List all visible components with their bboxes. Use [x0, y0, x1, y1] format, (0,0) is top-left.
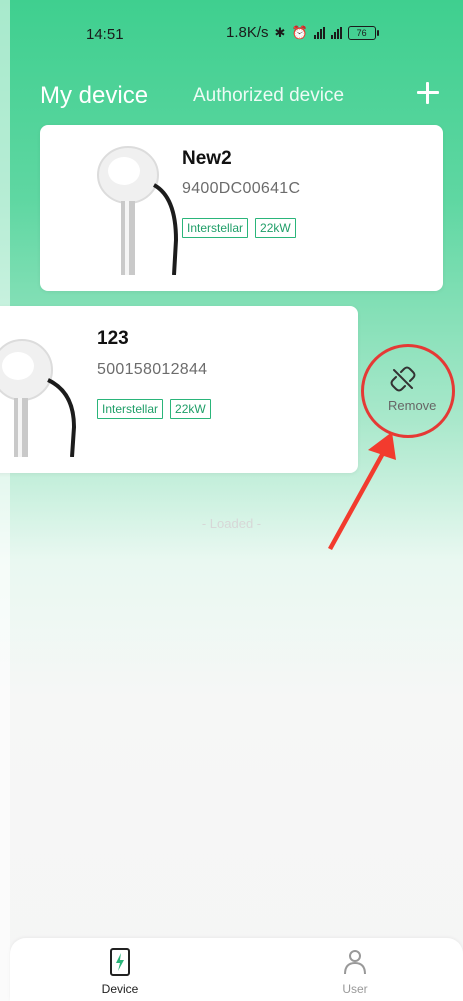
- tag-power: 22kW: [170, 399, 211, 419]
- list-end-text: - Loaded -: [201, 516, 262, 531]
- charger-image: [97, 146, 179, 275]
- screen-edge: [0, 0, 10, 1001]
- status-bar: 14:51 1.8K/s ✱ ⏰ 76: [0, 0, 463, 64]
- device-name: New2: [182, 148, 232, 169]
- user-icon: [344, 950, 366, 975]
- tab-user[interactable]: User: [325, 944, 385, 1000]
- status-indicators: 1.8K/s ✱ ⏰ 76: [226, 24, 379, 41]
- signal-icon-2: [330, 26, 342, 39]
- tag-model: Interstellar: [182, 218, 249, 238]
- device-serial: 9400DC00641C: [182, 180, 301, 197]
- device-name: 123: [97, 328, 129, 349]
- device-card[interactable]: 123 500158012844 Interstellar 22kW: [0, 306, 358, 473]
- bluetooth-icon: ✱: [274, 24, 286, 40]
- plus-icon[interactable]: [413, 78, 443, 108]
- status-time: 14:51: [86, 26, 124, 43]
- annotation-arrow: [328, 432, 396, 550]
- tab-device[interactable]: Device: [90, 944, 150, 1000]
- alarm-icon: ⏰: [291, 24, 308, 40]
- bottom-tab-bar: Device User: [10, 938, 463, 1001]
- tab-authorized-device[interactable]: Authorized device: [193, 85, 344, 107]
- tab-device-label: Device: [101, 982, 139, 996]
- tag-power: 22kW: [255, 218, 296, 238]
- device-serial: 500158012844: [97, 361, 208, 378]
- device-card[interactable]: New2 9400DC00641C Interstellar 22kW: [40, 125, 443, 291]
- annotation-circle: [361, 344, 455, 438]
- charging-device-icon: [110, 948, 130, 976]
- battery-icon: 76: [347, 25, 379, 40]
- signal-icon: [313, 26, 325, 39]
- device-tags: Interstellar 22kW: [97, 399, 211, 419]
- page-header: My device Authorized device: [0, 70, 463, 120]
- tag-model: Interstellar: [97, 399, 164, 419]
- device-tags: Interstellar 22kW: [182, 218, 296, 238]
- tab-my-device[interactable]: My device: [40, 82, 148, 110]
- tab-user-label: User: [342, 982, 368, 996]
- charger-image: [0, 339, 77, 457]
- network-speed: 1.8K/s: [226, 24, 269, 41]
